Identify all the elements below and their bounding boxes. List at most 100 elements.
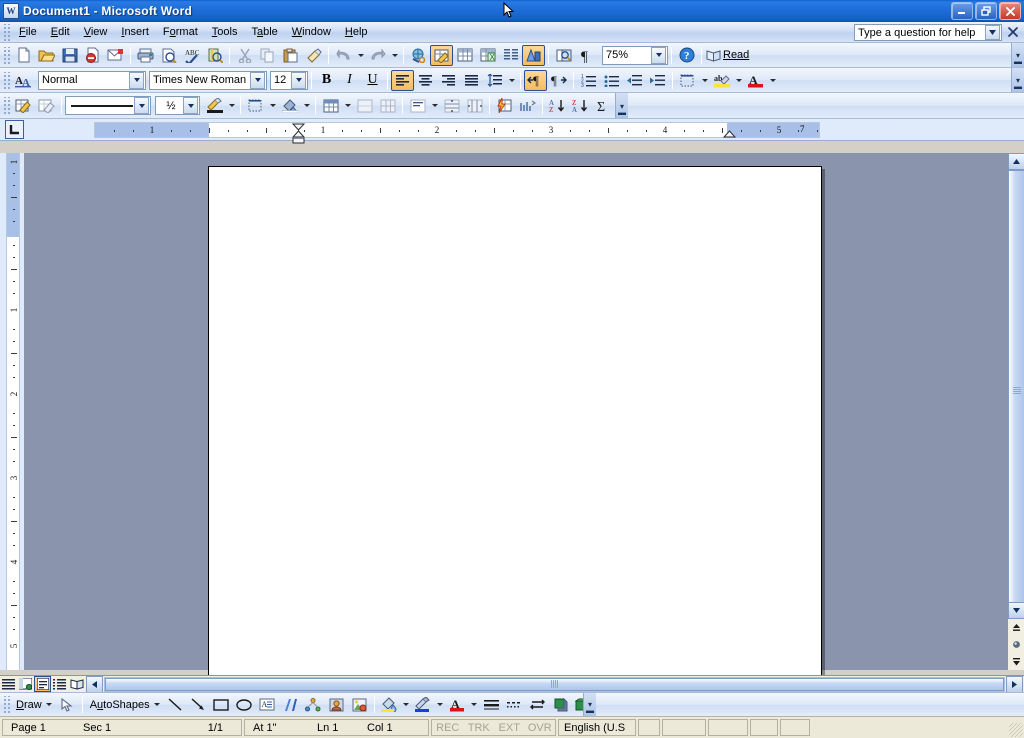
- line-spacing-dropdown-icon[interactable]: [506, 70, 517, 91]
- underline-button[interactable]: U: [361, 70, 384, 91]
- tables-toolbar-options-button[interactable]: ▾ ▬: [615, 93, 628, 118]
- horizontal-ruler[interactable]: 1 1 2 3 4 5: [94, 122, 820, 138]
- autosum-icon[interactable]: Σ: [592, 95, 615, 116]
- align-dropdown-icon[interactable]: [429, 95, 440, 116]
- save-icon[interactable]: [58, 45, 81, 66]
- open-icon[interactable]: [35, 45, 58, 66]
- border-color-dropdown-icon[interactable]: [226, 95, 237, 116]
- status-ext[interactable]: EXT: [494, 722, 525, 734]
- borders-dropdown-icon[interactable]: [699, 70, 710, 91]
- line-style-dropdown-icon[interactable]: [134, 97, 149, 114]
- text-box-icon[interactable]: A: [256, 694, 279, 715]
- vertical-ruler[interactable]: 1 1 2 3 4 5: [0, 153, 24, 670]
- justify-icon[interactable]: [460, 70, 483, 91]
- menu-item-insert[interactable]: Insert: [114, 24, 156, 41]
- redo-icon[interactable]: [366, 45, 389, 66]
- font-color-icon[interactable]: A: [744, 70, 767, 91]
- font-size-dropdown-icon[interactable]: [291, 71, 306, 89]
- right-indent-marker[interactable]: [722, 129, 737, 141]
- status-language[interactable]: English (U.S: [558, 719, 636, 736]
- draw-menu-button[interactable]: Draw: [12, 699, 56, 711]
- increase-indent-icon[interactable]: [646, 70, 669, 91]
- line-style-icon[interactable]: [480, 694, 503, 715]
- sort-ascending-icon[interactable]: AZ: [546, 95, 569, 116]
- spelling-grammar-icon[interactable]: ABC: [180, 45, 203, 66]
- ltr-text-direction-icon[interactable]: ¶: [524, 69, 547, 91]
- paste-icon[interactable]: [279, 45, 302, 66]
- vertical-scroll-thumb[interactable]: [1008, 170, 1024, 611]
- menu-item-help[interactable]: Help: [338, 24, 375, 41]
- menu-item-edit[interactable]: Edit: [44, 24, 77, 41]
- minimize-button[interactable]: [951, 2, 973, 20]
- align-top-left-icon[interactable]: [406, 95, 429, 116]
- menu-item-view[interactable]: View: [77, 24, 115, 41]
- font-combo[interactable]: Times New Roman: [149, 70, 267, 90]
- line-color-dropdown-icon[interactable]: [435, 694, 446, 715]
- shading-color-dropdown-icon[interactable]: [301, 95, 312, 116]
- reading-layout-view-button[interactable]: [68, 676, 85, 692]
- outside-border-icon[interactable]: [244, 95, 267, 116]
- show-formatting-marks-icon[interactable]: ¶: [575, 45, 598, 66]
- permission-icon[interactable]: [81, 45, 104, 66]
- sort-descending-icon[interactable]: ZA: [569, 95, 592, 116]
- horizontal-scroll-thumb[interactable]: [105, 677, 1004, 691]
- print-layout-view-button[interactable]: [34, 676, 51, 692]
- standard-toolbar-gripper[interactable]: [2, 46, 10, 64]
- format-painter-icon[interactable]: [302, 45, 325, 66]
- columns-icon[interactable]: [499, 45, 522, 66]
- select-objects-icon[interactable]: [56, 694, 79, 715]
- outline-view-button[interactable]: [51, 676, 68, 692]
- menu-item-tools[interactable]: Tools: [205, 24, 245, 41]
- fill-color-dropdown-icon[interactable]: [401, 694, 412, 715]
- autoshapes-menu-button[interactable]: AutoShapes: [86, 699, 164, 711]
- font-color-dropdown-icon[interactable]: [469, 694, 480, 715]
- new-blank-document-icon[interactable]: [12, 45, 35, 66]
- arrow-style-icon[interactable]: [526, 694, 549, 715]
- dash-style-icon[interactable]: [503, 694, 526, 715]
- web-layout-view-button[interactable]: [17, 676, 34, 692]
- insert-table-icon[interactable]: [319, 95, 342, 116]
- outside-border-dropdown-icon[interactable]: [267, 95, 278, 116]
- tables-toolbar-gripper[interactable]: [2, 97, 10, 114]
- arrow-icon[interactable]: [187, 694, 210, 715]
- status-spelling-cell[interactable]: [638, 719, 660, 736]
- bold-button[interactable]: B: [315, 70, 338, 91]
- redo-dropdown-icon[interactable]: [389, 45, 400, 66]
- oval-icon[interactable]: [233, 694, 256, 715]
- font-color-icon[interactable]: A: [446, 694, 469, 715]
- styles-and-formatting-icon[interactable]: AA: [12, 70, 35, 91]
- scroll-down-button[interactable]: [1008, 602, 1024, 619]
- insert-table-dropdown-icon[interactable]: [342, 95, 353, 116]
- left-indent-marker[interactable]: [292, 135, 305, 147]
- cut-icon[interactable]: [233, 45, 256, 66]
- line-style-combo[interactable]: [65, 96, 151, 115]
- restore-button[interactable]: [975, 2, 997, 20]
- normal-view-button[interactable]: [0, 676, 17, 692]
- horizontal-scrollbar-track[interactable]: [104, 676, 1005, 692]
- rtl-text-direction-icon[interactable]: ¶: [547, 70, 570, 91]
- insert-table-icon[interactable]: [453, 45, 476, 66]
- menu-item-window[interactable]: Window: [285, 24, 338, 41]
- font-color-dropdown-icon[interactable]: [767, 70, 778, 91]
- highlight-dropdown-icon[interactable]: [733, 70, 744, 91]
- fill-color-icon[interactable]: [378, 694, 401, 715]
- zoom-combo[interactable]: 75%: [602, 45, 668, 65]
- close-document-window-icon[interactable]: [1006, 25, 1020, 39]
- undo-icon[interactable]: [332, 45, 355, 66]
- formatting-toolbar-options-button[interactable]: ▾ ▬: [1011, 68, 1024, 92]
- insert-diagram-icon[interactable]: [302, 694, 325, 715]
- ask-a-question-box[interactable]: Type a question for help: [854, 24, 1002, 41]
- close-button[interactable]: [999, 2, 1021, 20]
- shading-color-icon[interactable]: [278, 95, 301, 116]
- mail-recipient-icon[interactable]: [104, 45, 127, 66]
- font-size-combo[interactable]: 12: [270, 70, 308, 90]
- undo-dropdown-icon[interactable]: [355, 45, 366, 66]
- copy-icon[interactable]: [256, 45, 279, 66]
- next-page-button[interactable]: [1008, 653, 1024, 670]
- style-dropdown-icon[interactable]: [129, 71, 144, 89]
- line-icon[interactable]: [164, 694, 187, 715]
- document-map-icon[interactable]: [552, 45, 575, 66]
- center-icon[interactable]: [414, 70, 437, 91]
- merge-cells-icon[interactable]: [353, 95, 376, 116]
- status-trk[interactable]: TRK: [463, 722, 494, 734]
